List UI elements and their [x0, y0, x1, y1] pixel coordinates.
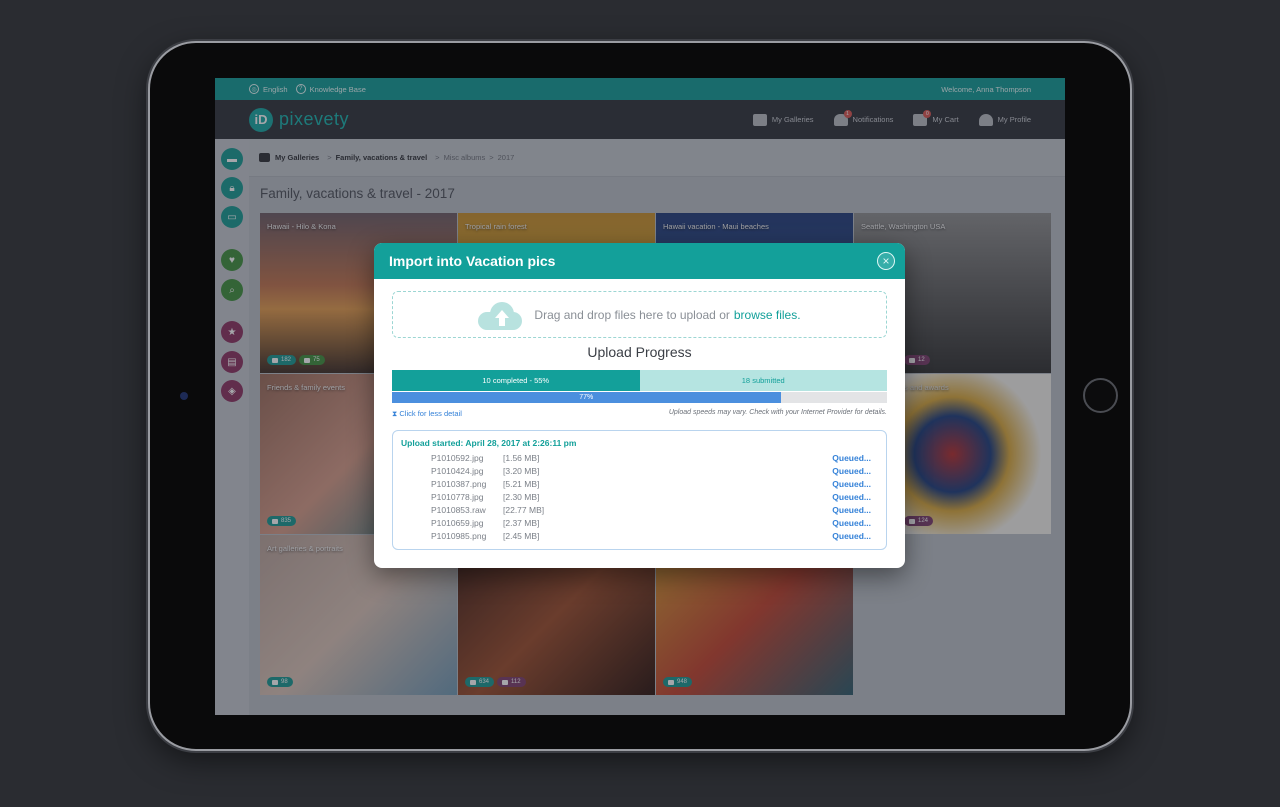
completed-segment: 10 completed - 55% — [392, 370, 640, 391]
file-status: Queued... — [832, 492, 871, 502]
import-modal: Import into Vacation pics × Drag and dro… — [374, 243, 905, 568]
file-size: [3.20 MB] — [503, 466, 540, 476]
current-progress-label: 77% — [579, 394, 594, 401]
upload-start-header: Upload started: April 28, 2017 at 2:26:1… — [401, 438, 577, 448]
file-row: P1010778.jpg [2.30 MB] Queued... — [431, 492, 871, 504]
file-name: P1010853.raw — [431, 505, 486, 515]
file-status: Queued... — [832, 453, 871, 463]
tablet-camera — [180, 392, 188, 400]
browse-files-link[interactable]: browse files. — [734, 308, 801, 322]
file-name: P1010424.jpg — [431, 466, 484, 476]
file-row: P1010853.raw [22.77 MB] Queued... — [431, 505, 871, 517]
file-name: P1010659.jpg — [431, 518, 484, 528]
file-size: [2.37 MB] — [503, 518, 540, 528]
file-size: [2.45 MB] — [503, 531, 540, 541]
file-row: P1010659.jpg [2.37 MB] Queued... — [431, 518, 871, 530]
file-row: P1010592.jpg [1.56 MB] Queued... — [431, 453, 871, 465]
file-size: [2.30 MB] — [503, 492, 540, 502]
file-size: [1.56 MB] — [503, 453, 540, 463]
file-status: Queued... — [832, 531, 871, 541]
tablet-home-button[interactable] — [1083, 378, 1118, 413]
upload-progress-title: Upload Progress — [587, 344, 692, 360]
file-status: Queued... — [832, 518, 871, 528]
file-name: P1010387.png — [431, 479, 487, 489]
modal-title: Import into Vacation pics — [374, 243, 905, 279]
drop-zone[interactable]: Drag and drop files here to upload or br… — [392, 291, 887, 338]
upload-log: Upload started: April 28, 2017 at 2:26:1… — [392, 430, 887, 550]
current-progress-fill: 77% — [392, 392, 781, 403]
overall-progress-bar: 10 completed - 55% 18 submitted — [392, 370, 887, 391]
less-detail-label: Click for less detail — [399, 409, 462, 418]
current-progress-bar: 77% — [392, 392, 887, 403]
file-size: [22.77 MB] — [503, 505, 545, 515]
file-size: [5.21 MB] — [503, 479, 540, 489]
file-status: Queued... — [832, 466, 871, 476]
file-status: Queued... — [832, 479, 871, 489]
file-name: P1010985.png — [431, 531, 487, 541]
completed-label: 10 completed - 55% — [482, 376, 550, 385]
speed-note: Upload speeds may vary. Check with your … — [668, 409, 887, 416]
cloud-upload-icon — [478, 300, 523, 330]
submitted-segment: 18 submitted — [640, 370, 888, 391]
dropzone-text: Drag and drop files here to upload or — [534, 307, 730, 322]
close-icon[interactable]: × — [877, 252, 895, 270]
file-row: P1010985.png [2.45 MB] Queued... — [431, 531, 871, 543]
file-row: P1010387.png [5.21 MB] Queued... — [431, 479, 871, 491]
less-detail-link[interactable]: ⧗ Click for less detail — [392, 409, 462, 419]
file-name: P1010778.jpg — [431, 492, 484, 502]
file-name: P1010592.jpg — [431, 453, 484, 463]
submitted-label: 18 submitted — [741, 376, 785, 385]
file-row: P1010424.jpg [3.20 MB] Queued... — [431, 466, 871, 478]
file-status: Queued... — [832, 505, 871, 515]
